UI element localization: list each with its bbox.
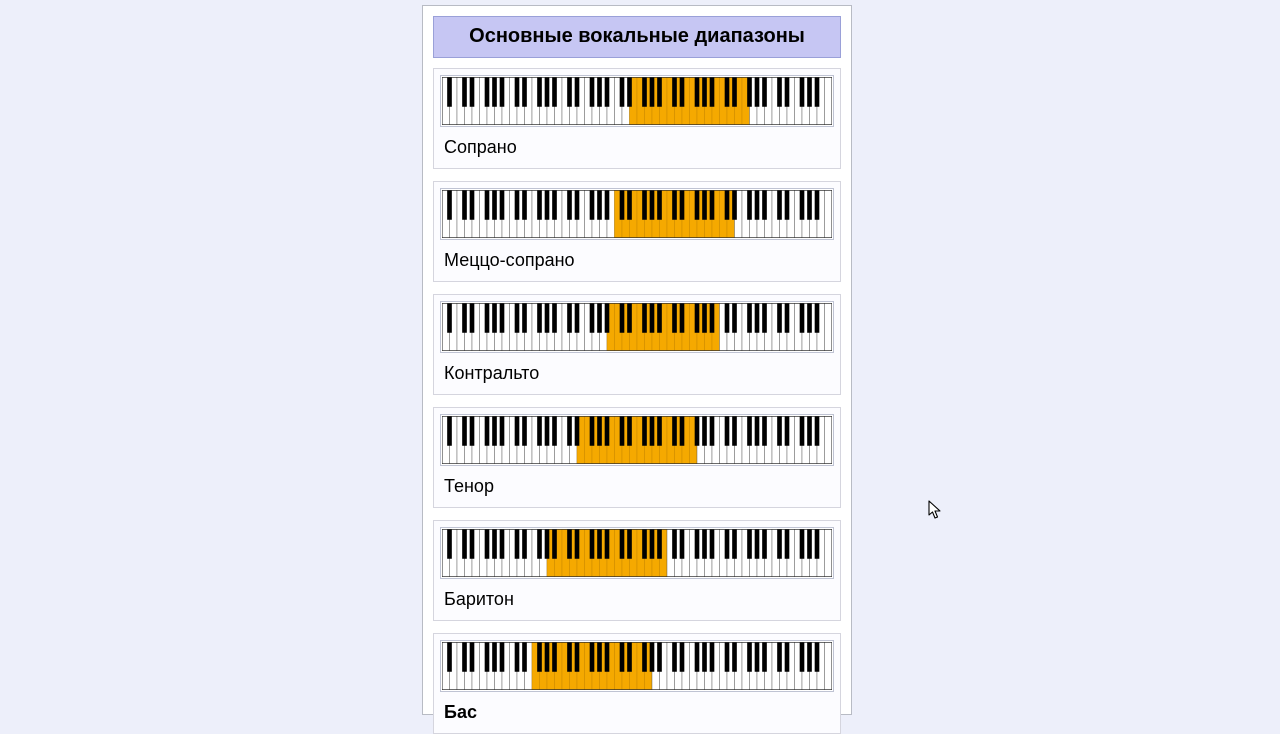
keyboard-box — [440, 75, 834, 127]
keyboard-baritone — [442, 529, 832, 577]
keyboard-box — [440, 188, 834, 240]
range-row: Контральто — [433, 294, 841, 395]
vocal-ranges-panel: Основные вокальные диапазоны Сопрано Мец… — [422, 5, 852, 715]
keyboard-box — [440, 301, 834, 353]
keyboard-box — [440, 527, 834, 579]
keyboard-contralto — [442, 303, 832, 351]
range-row: Сопрано — [433, 68, 841, 169]
range-row: Тенор — [433, 407, 841, 508]
range-row: Бас — [433, 633, 841, 734]
range-label: Баритон — [444, 589, 834, 610]
range-label: Контральто — [444, 363, 834, 384]
range-label: Сопрано — [444, 137, 834, 158]
panel-title: Основные вокальные диапазоны — [433, 16, 841, 58]
range-label: Меццо-сопрано — [444, 250, 834, 271]
keyboard-tenor — [442, 416, 832, 464]
keyboard-bass — [442, 642, 832, 690]
keyboard-box — [440, 414, 834, 466]
cursor-icon — [928, 500, 942, 520]
keyboard-mezzo — [442, 190, 832, 238]
range-label: Тенор — [444, 476, 834, 497]
keyboard-box — [440, 640, 834, 692]
keyboard-soprano — [442, 77, 832, 125]
range-row: Баритон — [433, 520, 841, 621]
range-row: Меццо-сопрано — [433, 181, 841, 282]
